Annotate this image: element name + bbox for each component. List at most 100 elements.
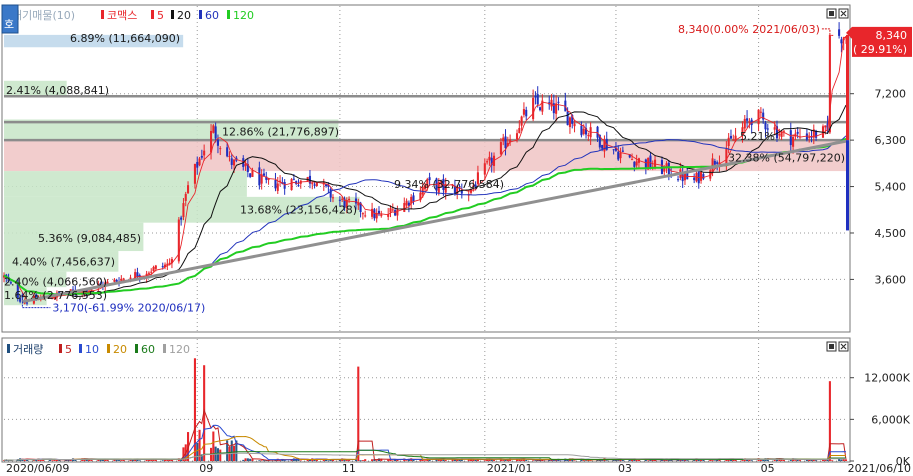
volume-bar (534, 460, 537, 461)
candle-body (483, 163, 486, 175)
volume-bar (789, 459, 792, 461)
volume-bar (230, 440, 233, 461)
candle-body (258, 167, 261, 186)
legend-ma-label: 120 (233, 9, 254, 22)
volume-bar (525, 460, 528, 461)
legend-marker (7, 344, 10, 353)
profile-label: 5.21% (740, 130, 775, 143)
candle-body (405, 200, 408, 206)
candle-body (198, 158, 201, 166)
volume-tick-label: 6,000K (871, 413, 910, 426)
candle-body (262, 173, 266, 176)
stock-chart: 7,200 6,300 5,400 4,500 3,600 12,000K 6,000K 0K… (0, 0, 913, 476)
volume-bar (617, 460, 620, 461)
candle-body (534, 96, 537, 98)
volume-bar (502, 460, 505, 461)
chart-svg: 7,2006,3005,4004,5003,60012,000K6,000K0K… (1, 4, 912, 475)
x-tick-label: 09 (199, 462, 213, 475)
volume-bar (681, 460, 684, 461)
candle-body (499, 142, 502, 155)
legend-marker (135, 344, 138, 353)
candle-body (251, 170, 254, 177)
candle-body (711, 158, 714, 172)
volume-bar (815, 460, 818, 461)
candle-body (311, 183, 314, 185)
candle-body (644, 159, 647, 169)
profile-label: 2.41% (4,088,841) (6, 84, 109, 97)
candle-body (361, 213, 364, 215)
candle-body (601, 144, 604, 149)
volume-bar (246, 458, 249, 461)
candle-body (380, 214, 383, 217)
candle-body (716, 162, 719, 164)
volume-bar (831, 460, 834, 461)
volume-bar (361, 460, 364, 461)
volume-bar (844, 459, 848, 461)
candle-body (764, 122, 767, 130)
candle-body (341, 198, 344, 200)
profile-label: 12.86% (21,776,897) (222, 125, 339, 138)
volume-bar (117, 460, 121, 461)
price-tick-label: 3,600 (875, 273, 907, 286)
candle-body (113, 279, 116, 282)
volume-bar (359, 460, 362, 461)
candle-body (677, 179, 680, 181)
low-annotation: 3,170(-61.99% 2020/06/17) (52, 302, 205, 315)
candle-body (831, 34, 834, 36)
volume-bar (601, 460, 604, 461)
volume-bar (55, 459, 58, 461)
candle-body (147, 272, 150, 274)
candle-body (566, 111, 569, 126)
volume-bar (582, 460, 585, 461)
candle-body (193, 163, 196, 184)
volume-bar (364, 459, 367, 461)
candle-body (518, 128, 521, 134)
volume-bar (391, 460, 394, 461)
candle-body (348, 198, 351, 201)
window-button-label: 호 (4, 18, 14, 31)
volume-bar (492, 459, 496, 461)
x-tick-label: 05 (761, 462, 775, 475)
candle-body (748, 121, 751, 123)
high-annotation: 8,340(0.00% 2021/06/03) (678, 23, 820, 36)
volume-bar (794, 460, 797, 461)
axis-range-bar-down (846, 140, 849, 231)
candle-body (525, 109, 528, 117)
candle-body (152, 267, 155, 272)
legend-vol-ma-label: 5 (65, 343, 72, 356)
candle-body (538, 107, 542, 111)
candle-body (187, 185, 190, 194)
candle-body (808, 136, 811, 138)
volume-bar (782, 459, 785, 461)
volume-bar (840, 459, 843, 461)
candle-body (276, 183, 279, 191)
volume-bar (242, 459, 245, 461)
candle-body (649, 155, 652, 168)
candle-body (486, 161, 489, 163)
x-tick-label: 2021/01 (487, 462, 533, 475)
candle-body (200, 155, 203, 158)
candle-body (182, 203, 185, 218)
candle-body (520, 116, 523, 126)
volume-bar (306, 459, 309, 461)
volume-bar (371, 459, 374, 461)
profile-label: 9.34% (32,776,584) (394, 178, 504, 191)
volume-bar (552, 460, 555, 461)
volume-bar (428, 459, 431, 461)
candle-body (488, 156, 491, 161)
candle-body (550, 99, 553, 107)
candle-body (154, 265, 157, 269)
candle-body (504, 136, 507, 148)
volume-bar (219, 449, 222, 461)
axis-range-bar-up (846, 34, 849, 141)
volume-bar (258, 460, 261, 461)
volume-bar (532, 460, 535, 461)
candle-body (244, 163, 247, 166)
candle-body (757, 109, 760, 125)
candle-body (412, 195, 415, 202)
candle-body (840, 39, 843, 44)
volume-bar (711, 460, 714, 461)
legend-ma-label: 60 (205, 9, 219, 22)
candle-body (226, 147, 229, 157)
candle-body (568, 117, 571, 127)
